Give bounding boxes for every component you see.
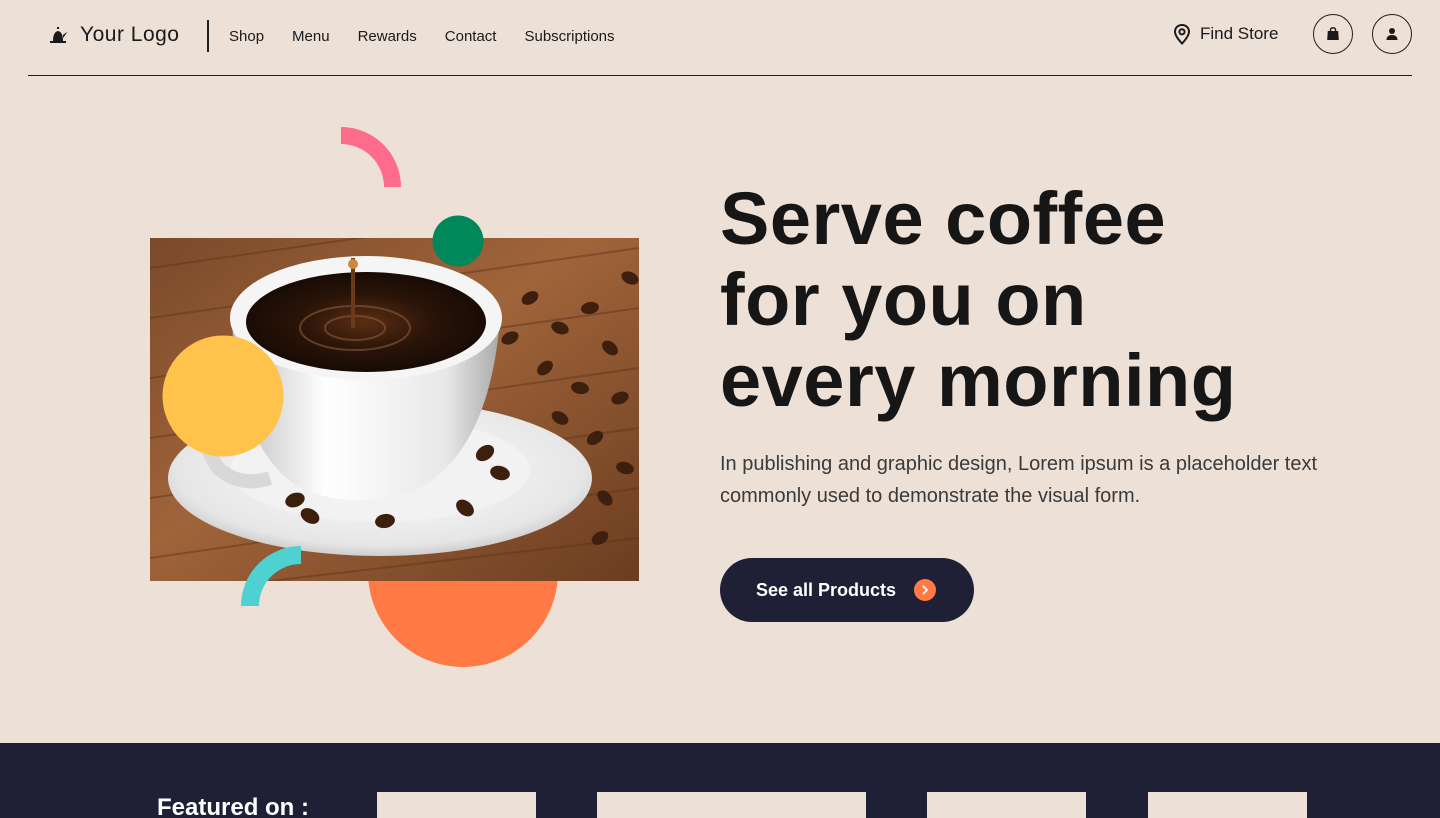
nav-item-menu[interactable]: Menu	[292, 26, 330, 48]
featured-logo-3	[927, 792, 1086, 818]
shopping-bag-icon	[1327, 27, 1339, 40]
logo-text: Your Logo	[80, 23, 180, 46]
hero-illustration	[0, 0, 700, 700]
coffee-kettle-icon	[50, 27, 67, 43]
hero-title-line-2: for you on	[720, 258, 1087, 341]
hero-title-line-1: Serve coffee	[720, 177, 1167, 260]
cta-label: See all Products	[756, 579, 897, 600]
main-nav: Shop Menu Rewards Contact Subscriptions	[229, 26, 615, 48]
hero-description: In publishing and graphic design, Lorem …	[720, 453, 1318, 507]
site-header: Your Logo Shop Menu Rewards Contact Subs…	[28, 0, 1412, 76]
hero-title: Serve coffee for you on every morning	[720, 178, 1360, 421]
teal-arc-shape	[241, 546, 301, 606]
featured-logo-4	[1148, 792, 1307, 818]
find-store-link[interactable]: Find Store	[1172, 23, 1278, 45]
cart-button[interactable]	[1313, 14, 1353, 54]
featured-logo-2	[597, 792, 866, 818]
map-pin-icon	[1173, 23, 1191, 45]
nav-item-contact[interactable]: Contact	[445, 26, 497, 48]
site-logo[interactable]: Your Logo	[48, 20, 179, 50]
user-icon	[1386, 28, 1398, 40]
find-store-label: Find Store	[1200, 24, 1279, 43]
yellow-circle-shape	[162, 335, 284, 457]
chevron-right-icon	[914, 579, 937, 601]
featured-label: Featured on :	[157, 794, 310, 818]
coffee-cup-photo	[150, 238, 639, 581]
green-dot-shape	[432, 215, 484, 267]
hero-title-line-3: every morning	[720, 339, 1237, 422]
featured-logo-1	[377, 792, 536, 818]
hero-coffee-photo	[150, 238, 639, 581]
nav-item-subscriptions[interactable]: Subscriptions	[524, 26, 614, 48]
nav-item-rewards[interactable]: Rewards	[358, 26, 417, 48]
see-all-products-button[interactable]: See all Products	[720, 558, 974, 622]
featured-section: Featured on :	[0, 743, 1440, 818]
account-button[interactable]	[1372, 14, 1412, 54]
pink-arc-shape	[341, 127, 401, 187]
orange-circle-shape	[368, 477, 558, 667]
logo-divider	[207, 20, 209, 52]
nav-item-shop[interactable]: Shop	[229, 26, 264, 48]
